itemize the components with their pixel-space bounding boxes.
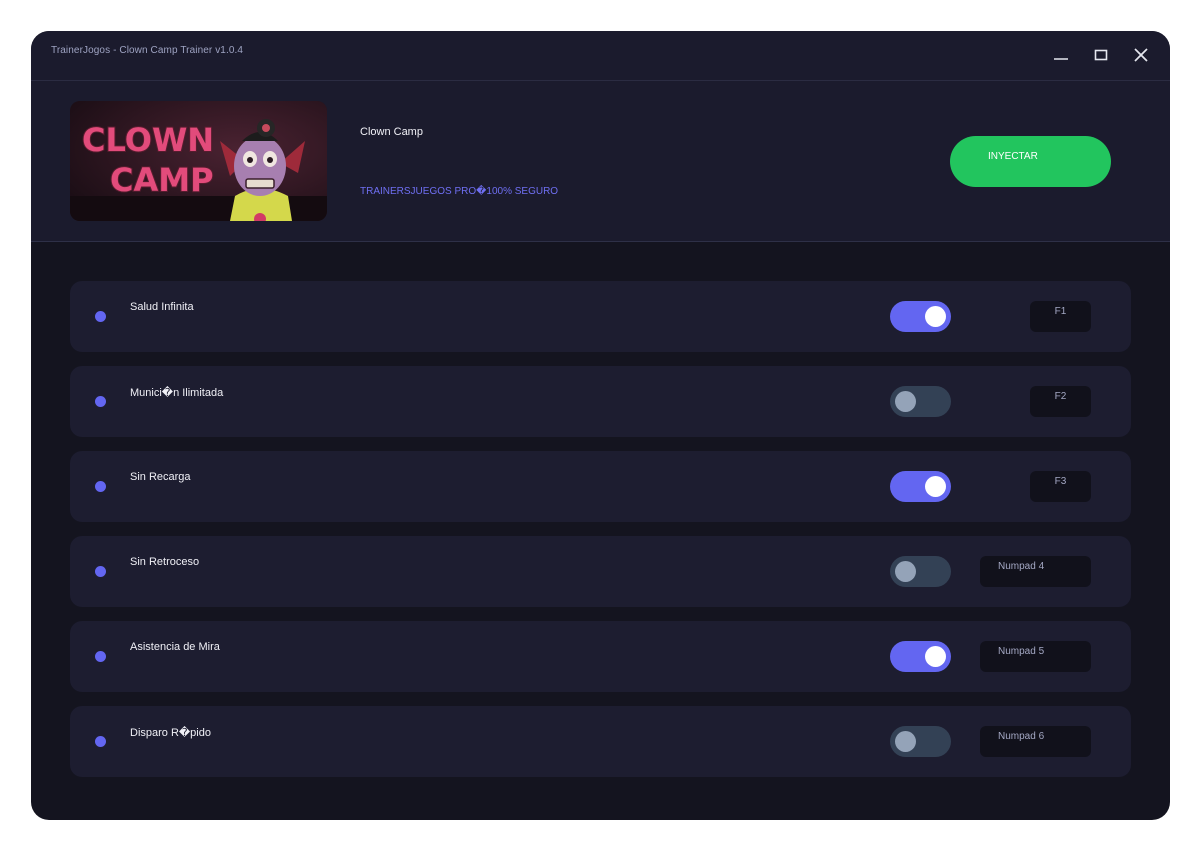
close-icon (1134, 48, 1148, 62)
hotkey-button[interactable]: Numpad 6 (980, 726, 1091, 757)
toggle-knob (895, 561, 916, 582)
hotkey-button[interactable]: Numpad 4 (980, 556, 1091, 587)
cheat-label: Sin Retroceso (130, 556, 200, 568)
cheat-row-asistencia-de-mira: Asistencia de Mira Numpad 5 (70, 621, 1131, 692)
cheat-toggle[interactable] (890, 301, 951, 332)
cheat-label: Sin Recarga (130, 471, 191, 483)
minimize-button[interactable] (1051, 45, 1071, 65)
title-bar: TrainerJogos - Clown Camp Trainer v1.0.4 (31, 31, 1170, 81)
toggle-knob (895, 731, 916, 752)
cheat-toggle[interactable] (890, 471, 951, 502)
game-header: CLOWN CAMP Clown Camp TRAINERSJUEGOS PRO… (31, 81, 1170, 242)
status-dot (95, 396, 106, 407)
cheat-row-salud-infinita: Salud Infinita F1 (70, 281, 1131, 352)
game-cover-image: CLOWN CAMP (70, 101, 327, 221)
svg-text:CLOWN: CLOWN (82, 121, 214, 159)
cheat-row-sin-recarga: Sin Recarga F3 (70, 451, 1131, 522)
status-dot (95, 736, 106, 747)
status-dot (95, 651, 106, 662)
inject-button[interactable]: INYECTAR (950, 136, 1111, 187)
cheat-label: Asistencia de Mira (130, 641, 220, 653)
hotkey-label: Numpad 6 (998, 731, 1045, 742)
svg-text:CAMP: CAMP (110, 161, 214, 199)
inject-button-label: INYECTAR (988, 151, 1038, 162)
cheat-row-disparo-rapido: Disparo R�pido Numpad 6 (70, 706, 1131, 777)
hotkey-label: Numpad 4 (998, 561, 1045, 572)
cheat-toggle[interactable] (890, 556, 951, 587)
window-title: TrainerJogos - Clown Camp Trainer v1.0.4 (51, 45, 244, 56)
hotkey-button[interactable]: F3 (1030, 471, 1091, 502)
toggle-knob (925, 306, 946, 327)
maximize-icon (1094, 49, 1108, 61)
cheat-toggle[interactable] (890, 641, 951, 672)
cheat-label: Salud Infinita (130, 301, 194, 313)
hotkey-label: F1 (1054, 306, 1067, 317)
cheat-row-sin-retroceso: Sin Retroceso Numpad 4 (70, 536, 1131, 607)
toggle-knob (895, 391, 916, 412)
minimize-icon (1054, 58, 1068, 60)
status-dot (95, 566, 106, 577)
hotkey-button[interactable]: Numpad 5 (980, 641, 1091, 672)
cheat-row-municion-ilimitada: Munici�n Ilimitada F2 (70, 366, 1131, 437)
status-dot (95, 481, 106, 492)
maximize-button[interactable] (1091, 45, 1111, 65)
hotkey-label: F2 (1054, 391, 1067, 402)
trainer-tagline: TRAINERSJUEGOS PRO�100% SEGURO (360, 186, 559, 197)
cheat-toggle[interactable] (890, 726, 951, 757)
hotkey-button[interactable]: F2 (1030, 386, 1091, 417)
hotkey-label: F3 (1054, 476, 1067, 487)
game-name: Clown Camp (360, 126, 423, 138)
toggle-knob (925, 646, 946, 667)
trainer-window: TrainerJogos - Clown Camp Trainer v1.0.4 (31, 31, 1170, 820)
cheat-label: Munici�n Ilimitada (130, 387, 224, 399)
status-dot (95, 311, 106, 322)
close-button[interactable] (1131, 45, 1151, 65)
cheat-toggle[interactable] (890, 386, 951, 417)
hotkey-label: Numpad 5 (998, 646, 1045, 657)
hotkey-button[interactable]: F1 (1030, 301, 1091, 332)
cheat-label: Disparo R�pido (130, 727, 211, 739)
toggle-knob (925, 476, 946, 497)
